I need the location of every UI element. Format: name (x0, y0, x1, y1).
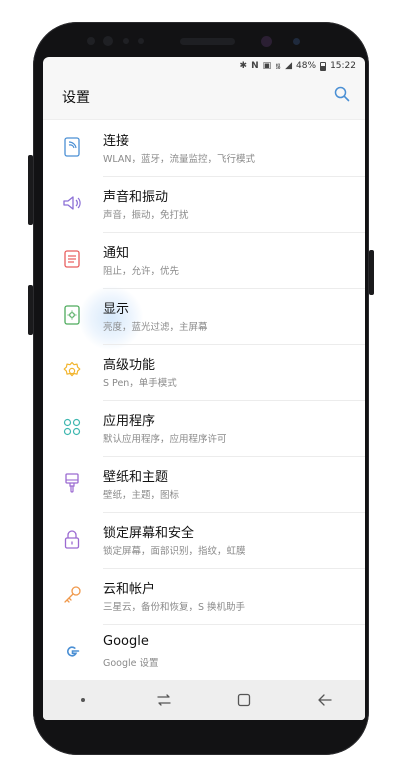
title-bar: 设置 (43, 75, 365, 119)
settings-item-summary: 壁纸，主题，图标 (103, 490, 180, 501)
connection-icon (64, 137, 80, 157)
settings-item-label: 通知 (103, 246, 130, 261)
settings-item-connection[interactable]: 连接 WLAN，蓝牙，流量监控，飞行模式 (43, 120, 365, 176)
settings-item-label: 连接 (103, 134, 130, 149)
settings-item-summary: 亮度，蓝光过滤，主屏幕 (103, 322, 208, 333)
settings-item-display[interactable]: 显示 亮度，蓝光过滤，主屏幕 (43, 286, 365, 350)
nav-pin-dot[interactable] (68, 685, 98, 715)
home-icon (238, 693, 251, 707)
iris-led (293, 38, 300, 45)
wifi-icon: ᯾ (275, 61, 282, 70)
settings-item-advanced[interactable]: 高级功能 S Pen，单手模式 (43, 344, 365, 400)
status-bar: ✱ N ▣ ᯾ ◢ 48% 15:22 (43, 57, 365, 75)
nfc-icon: N (251, 61, 259, 71)
page-title: 设置 (62, 90, 90, 106)
settings-item-label: 高级功能 (103, 358, 156, 373)
settings-item-label: 应用程序 (103, 414, 156, 429)
settings-item-label: 云和帐户 (103, 582, 156, 597)
iris-camera (261, 36, 272, 47)
settings-item-wallpaper[interactable]: 壁纸和主题 壁纸，主题，图标 (43, 456, 365, 512)
front-camera (103, 36, 113, 46)
recent-apps-icon (157, 694, 171, 706)
settings-item-summary: 声音，振动，免打扰 (103, 210, 189, 221)
settings-item-label: 显示 (103, 302, 130, 317)
sensor-dot (123, 38, 129, 44)
battery-percent: 48% (296, 61, 317, 71)
display-icon (64, 305, 80, 325)
data-icon: ▣ (262, 61, 272, 71)
settings-item-summary: 阻止，允许，优先 (103, 266, 180, 277)
sensor-dot (87, 37, 95, 45)
settings-item-google[interactable]: Google Google 设置 (43, 624, 365, 680)
settings-list: 连接 WLAN，蓝牙，流量监控，飞行模式 声音和振动 声音，振动，免打扰 通知 … (43, 119, 365, 680)
settings-item-summary: Google 设置 (103, 658, 159, 669)
bixby-button (28, 285, 33, 335)
lock-icon (64, 530, 80, 549)
dot-icon (81, 698, 86, 702)
back-button[interactable] (310, 685, 340, 715)
settings-item-summary: S Pen，单手模式 (103, 378, 177, 389)
key-icon (64, 586, 81, 603)
settings-item-lockscreen[interactable]: 锁定屏幕和安全 锁定屏幕，面部识别，指纹，虹膜 (43, 512, 365, 568)
earpiece-speaker (180, 38, 235, 45)
back-icon (318, 694, 332, 706)
battery-icon (320, 61, 327, 71)
settings-item-summary: 三星云，备份和恢复，S 换机助手 (103, 602, 246, 613)
recent-apps-button[interactable] (149, 685, 179, 715)
home-button[interactable] (229, 685, 259, 715)
apps-icon (63, 418, 81, 436)
settings-item-label: 声音和振动 (103, 190, 169, 205)
paintbrush-icon (65, 473, 79, 493)
settings-item-sound[interactable]: 声音和振动 声音，振动，免打扰 (43, 176, 365, 232)
screen: ✱ N ▣ ᯾ ◢ 48% 15:22 设置 连接 WLAN，蓝牙，流量监控，飞… (43, 57, 365, 720)
power-button (369, 250, 374, 295)
settings-item-label: Google (103, 634, 149, 649)
volume-button (28, 155, 33, 225)
settings-item-label: 壁纸和主题 (103, 470, 169, 485)
settings-item-label: 锁定屏幕和安全 (103, 526, 195, 541)
sound-icon (63, 196, 81, 210)
settings-item-summary: 锁定屏幕，面部识别，指纹，虹膜 (103, 546, 246, 557)
gear-icon (63, 361, 81, 377)
search-icon[interactable] (334, 86, 350, 102)
notification-icon (64, 250, 80, 268)
signal-icon: ◢ (285, 61, 293, 71)
settings-item-summary: 默认应用程序，应用程序许可 (103, 434, 227, 445)
touch-ripple (79, 286, 143, 350)
navigation-bar (43, 680, 365, 720)
google-icon (67, 646, 80, 657)
status-time: 15:22 (330, 61, 356, 71)
sensor-dot (138, 38, 144, 44)
settings-item-notifications[interactable]: 通知 阻止，允许，优先 (43, 232, 365, 288)
settings-item-summary: WLAN，蓝牙，流量监控，飞行模式 (103, 154, 256, 165)
bluetooth-icon: ✱ (239, 61, 248, 71)
settings-item-cloud-accounts[interactable]: 云和帐户 三星云，备份和恢复，S 换机助手 (43, 568, 365, 624)
settings-item-apps[interactable]: 应用程序 默认应用程序，应用程序许可 (43, 400, 365, 456)
